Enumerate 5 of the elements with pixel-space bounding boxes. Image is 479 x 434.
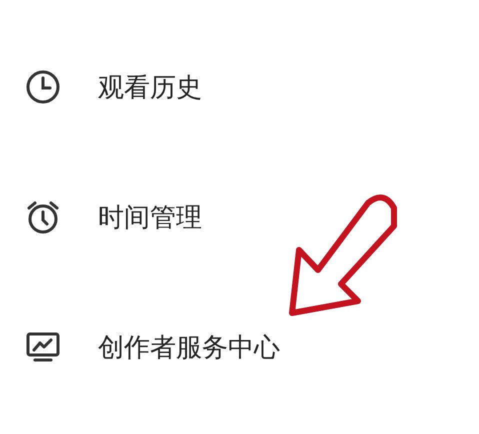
menu-item[interactable]: 创作者服务中心 — [98, 330, 280, 364]
menu-item[interactable]: 观看历史 — [98, 70, 202, 104]
clock-icon — [25, 69, 61, 105]
menu-item[interactable]: 时间管理 — [98, 200, 202, 234]
alarm-clock-icon — [25, 199, 61, 235]
